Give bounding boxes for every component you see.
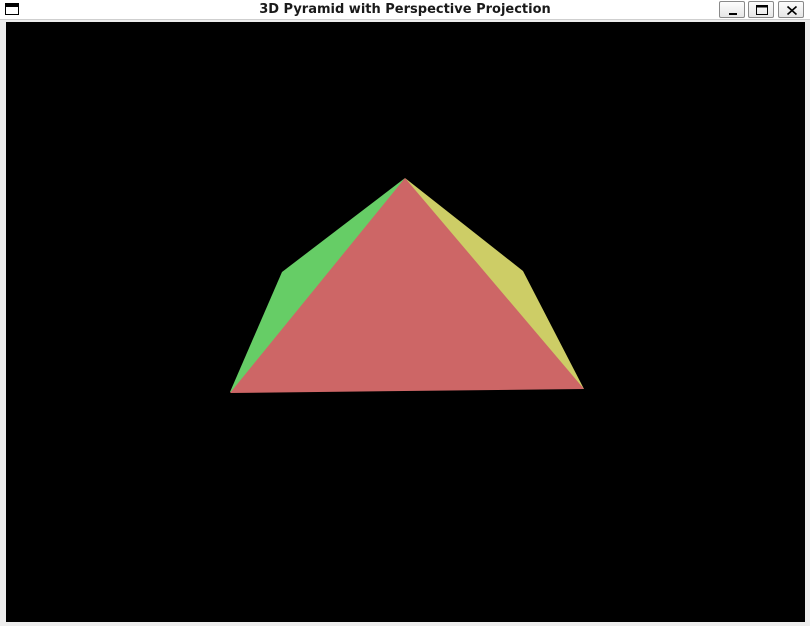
title-bar[interactable]: 3D Pyramid with Perspective Projection	[0, 0, 810, 20]
minimize-icon	[729, 13, 737, 15]
maximize-button[interactable]	[748, 1, 774, 18]
app-window: 3D Pyramid with Perspective Projection	[0, 0, 810, 626]
close-button[interactable]	[778, 1, 804, 18]
render-canvas[interactable]	[6, 22, 805, 622]
close-icon	[786, 5, 798, 16]
window-title: 3D Pyramid with Perspective Projection	[259, 2, 551, 17]
maximize-icon	[756, 5, 768, 15]
minimize-button[interactable]	[719, 1, 745, 18]
pyramid-scene	[230, 178, 584, 393]
